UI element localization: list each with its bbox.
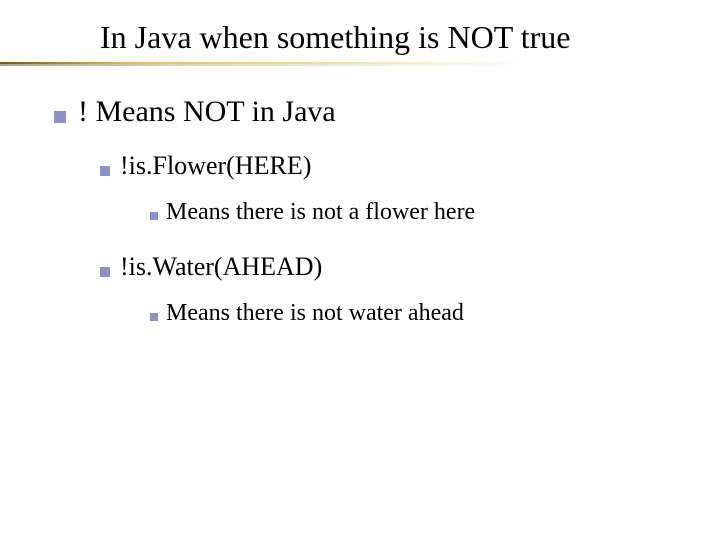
slide-body: ! Means NOT in Java !is.Flower(HERE) Mea… — [54, 95, 680, 353]
square-bullet-icon — [150, 313, 158, 321]
bullet-text: !is.Water(AHEAD) — [120, 252, 322, 282]
title-underline — [0, 62, 720, 66]
bullet-level-1: !is.Flower(HERE) — [100, 151, 680, 181]
slide: In Java when something is NOT true ! Mea… — [0, 0, 720, 540]
bullet-text: ! Means NOT in Java — [78, 95, 336, 129]
bullet-level-1: !is.Water(AHEAD) — [100, 252, 680, 282]
bullet-text: Means there is not water ahead — [166, 300, 464, 327]
bullet-level-2: Means there is not a flower here — [150, 199, 680, 226]
square-bullet-icon — [100, 267, 110, 277]
bullet-level-2: Means there is not water ahead — [150, 300, 680, 327]
square-bullet-icon — [150, 212, 158, 220]
bullet-text: !is.Flower(HERE) — [120, 151, 311, 181]
bullet-text: Means there is not a flower here — [166, 199, 475, 226]
slide-title: In Java when something is NOT true — [100, 20, 570, 55]
square-bullet-icon — [100, 166, 110, 176]
bullet-level-0: ! Means NOT in Java — [54, 95, 680, 129]
square-bullet-icon — [54, 111, 66, 123]
